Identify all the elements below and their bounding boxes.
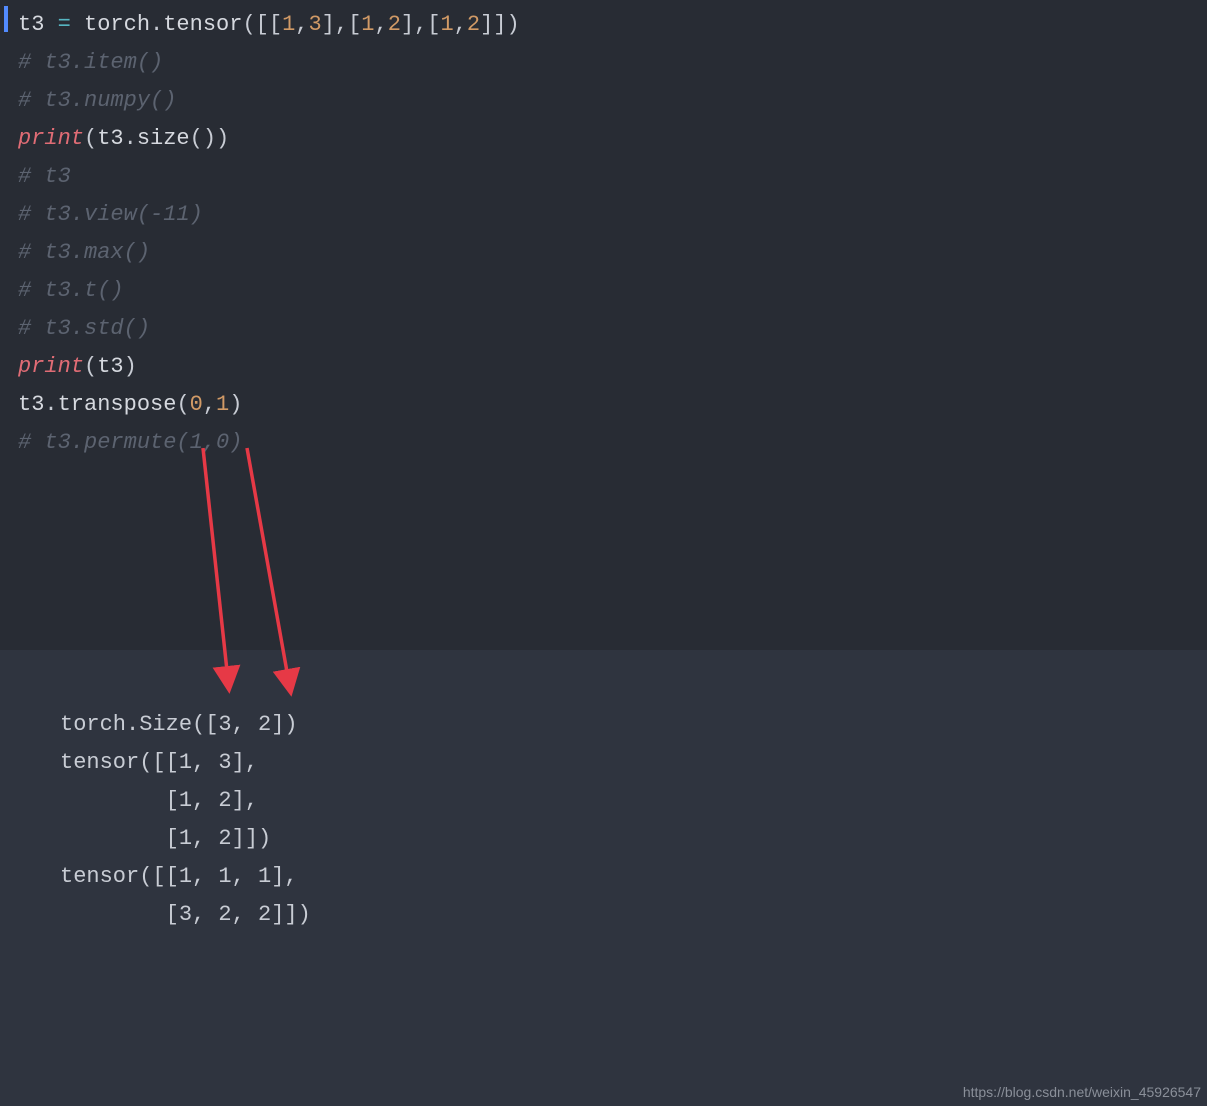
number: 2: [388, 12, 401, 37]
output-line: tensor([[1, 1, 1],: [0, 858, 1207, 896]
comment: # t3.permute(1,0): [18, 430, 242, 455]
output-line: tensor([[1, 3],: [0, 744, 1207, 782]
paren: ()): [190, 126, 230, 151]
code-editor-area[interactable]: t3 = torch.tensor([[1,3],[1,2],[1,2]]) #…: [0, 0, 1207, 650]
bracket: ([[: [242, 12, 282, 37]
paren: (: [84, 354, 97, 379]
number: 1: [361, 12, 374, 37]
paren: (: [84, 126, 97, 151]
code-line-comment[interactable]: # t3.std(): [0, 310, 1207, 348]
number: 1: [441, 12, 454, 37]
output-area: torch.Size([3, 2]) tensor([[1, 3], [1, 2…: [0, 650, 1207, 1106]
method: transpose: [58, 392, 177, 417]
comma: ,: [295, 12, 308, 37]
comma: ,: [454, 12, 467, 37]
output-line: [1, 2],: [0, 782, 1207, 820]
dot: .: [44, 392, 57, 417]
output-line: [3, 2, 2]]): [0, 896, 1207, 934]
comment: # t3.t(): [18, 278, 124, 303]
code-line[interactable]: t3 = torch.tensor([[1,3],[1,2],[1,2]]): [0, 6, 1207, 44]
method: size: [137, 126, 190, 151]
variable: t3: [18, 12, 44, 37]
comment: # t3.numpy(): [18, 88, 176, 113]
paren: ): [124, 354, 137, 379]
number: 0: [190, 392, 203, 417]
code-line[interactable]: t3.transpose(0,1): [0, 386, 1207, 424]
variable: t3: [97, 126, 123, 151]
code-line-comment[interactable]: # t3.max(): [0, 234, 1207, 272]
comment: # t3.item(): [18, 50, 163, 75]
operator: =: [44, 12, 84, 37]
code-line-comment[interactable]: # t3.t(): [0, 272, 1207, 310]
code-line-comment[interactable]: # t3.numpy(): [0, 82, 1207, 120]
bracket: ],[: [401, 12, 441, 37]
output-line: [1, 2]]): [0, 820, 1207, 858]
variable: t3: [18, 392, 44, 417]
code-line[interactable]: print(t3): [0, 348, 1207, 386]
comment: # t3.std(): [18, 316, 150, 341]
code-line-comment[interactable]: # t3.permute(1,0): [0, 424, 1207, 462]
bracket: ]]): [480, 12, 520, 37]
number: 1: [216, 392, 229, 417]
number: 1: [282, 12, 295, 37]
dot: .: [124, 126, 137, 151]
comment: # t3: [18, 164, 71, 189]
comma: ,: [203, 392, 216, 417]
module: torch: [84, 12, 150, 37]
bracket: ],[: [322, 12, 362, 37]
output-line: torch.Size([3, 2]): [0, 706, 1207, 744]
variable: t3: [97, 354, 123, 379]
method: tensor: [163, 12, 242, 37]
watermark-text: https://blog.csdn.net/weixin_45926547: [963, 1084, 1201, 1100]
code-line-comment[interactable]: # t3.item(): [0, 44, 1207, 82]
comment: # t3.view(-11): [18, 202, 203, 227]
builtin-func: print: [18, 126, 84, 151]
paren: ): [229, 392, 242, 417]
paren: (: [176, 392, 189, 417]
comment: # t3.max(): [18, 240, 150, 265]
number: 2: [467, 12, 480, 37]
comma: ,: [374, 12, 387, 37]
code-line-comment[interactable]: # t3.view(-11): [0, 196, 1207, 234]
builtin-func: print: [18, 354, 84, 379]
dot: .: [150, 12, 163, 37]
code-line[interactable]: print(t3.size()): [0, 120, 1207, 158]
cursor-indicator: [4, 6, 8, 32]
number: 3: [308, 12, 321, 37]
code-line-comment[interactable]: # t3: [0, 158, 1207, 196]
